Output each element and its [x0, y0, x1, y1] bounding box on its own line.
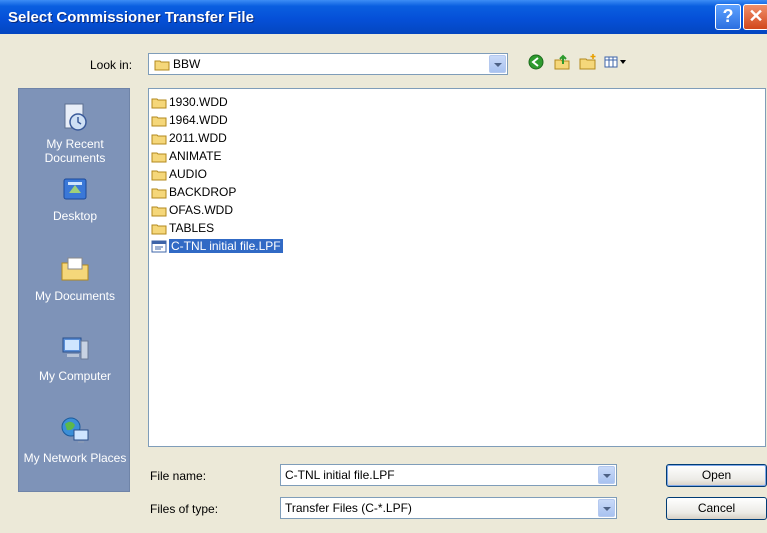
- place-label: My Recent Documents: [44, 137, 106, 165]
- place-my-network-places[interactable]: My Network Places: [19, 415, 131, 465]
- network-places-icon: [61, 417, 89, 443]
- title-bar: Select Commissioner Transfer File ? ✕: [0, 0, 767, 34]
- folder-icon: [151, 224, 167, 235]
- place-label: My Documents: [34, 289, 116, 303]
- folder-icon: [151, 116, 167, 127]
- up-folder-icon[interactable]: [552, 52, 572, 72]
- list-item[interactable]: 2011.WDD: [151, 130, 227, 147]
- folder-icon: [151, 98, 167, 109]
- list-item[interactable]: OFAS.WDD: [151, 202, 233, 219]
- place-label: My Network Places: [23, 451, 127, 465]
- cancel-button[interactable]: Cancel: [666, 497, 767, 520]
- file-type-dropdown-button[interactable]: [598, 499, 615, 517]
- open-button[interactable]: Open: [666, 464, 767, 487]
- folder-icon: [151, 170, 167, 181]
- close-button[interactable]: ✕: [743, 4, 767, 30]
- look-in-combobox[interactable]: BBW: [148, 53, 508, 75]
- help-button[interactable]: ?: [715, 4, 741, 30]
- look-in-label: Look in:: [90, 58, 133, 72]
- places-bar: My Recent Documents Desktop My Documents…: [18, 88, 130, 492]
- views-menu-icon[interactable]: [603, 52, 629, 72]
- place-my-recent-documents[interactable]: My Recent Documents: [19, 101, 131, 165]
- list-item[interactable]: AUDIO: [151, 166, 207, 183]
- file-name-value: C-TNL initial file.LPF: [285, 468, 395, 482]
- list-item[interactable]: TABLES: [151, 220, 214, 237]
- folder-icon: [154, 60, 170, 71]
- place-label: Desktop: [52, 209, 98, 223]
- place-my-documents[interactable]: My Documents: [19, 253, 131, 303]
- folder-icon: [151, 152, 167, 163]
- help-icon: ?: [722, 6, 734, 26]
- look-in-value: BBW: [173, 57, 201, 71]
- place-my-computer[interactable]: My Computer: [19, 333, 131, 383]
- file-type-label: Files of type:: [150, 502, 219, 516]
- folder-icon: [151, 188, 167, 199]
- file-type-value: Transfer Files (C-*.LPF): [285, 501, 412, 515]
- file-list[interactable]: 1930.WDD 1964.WDD 2011.WDD ANIMATE AUDIO…: [148, 88, 766, 447]
- file-type-combobox[interactable]: Transfer Files (C-*.LPF): [280, 497, 617, 519]
- desktop-icon: [63, 178, 87, 200]
- back-icon[interactable]: [526, 52, 546, 72]
- my-computer-icon: [62, 337, 89, 360]
- recent-documents-icon: [64, 103, 87, 131]
- folder-icon: [151, 206, 167, 217]
- file-name-dropdown-button[interactable]: [598, 466, 615, 484]
- file-name-label: File name:: [150, 469, 207, 483]
- list-item[interactable]: BACKDROP: [151, 184, 236, 201]
- file-icon: [151, 240, 167, 253]
- file-name-field[interactable]: C-TNL initial file.LPF: [280, 464, 617, 486]
- place-label: My Computer: [38, 369, 112, 383]
- list-item[interactable]: 1964.WDD: [151, 112, 228, 129]
- close-icon: ✕: [748, 6, 764, 26]
- list-item[interactable]: 1930.WDD: [151, 94, 228, 111]
- folder-icon: [151, 134, 167, 145]
- my-documents-icon: [61, 257, 89, 281]
- list-item[interactable]: ANIMATE: [151, 148, 221, 165]
- new-folder-icon[interactable]: [578, 52, 598, 72]
- place-desktop[interactable]: Desktop: [19, 173, 131, 223]
- window-title: Select Commissioner Transfer File: [8, 9, 254, 26]
- list-item-selected[interactable]: C-TNL initial file.LPF: [151, 238, 283, 255]
- look-in-dropdown-button[interactable]: [489, 55, 506, 73]
